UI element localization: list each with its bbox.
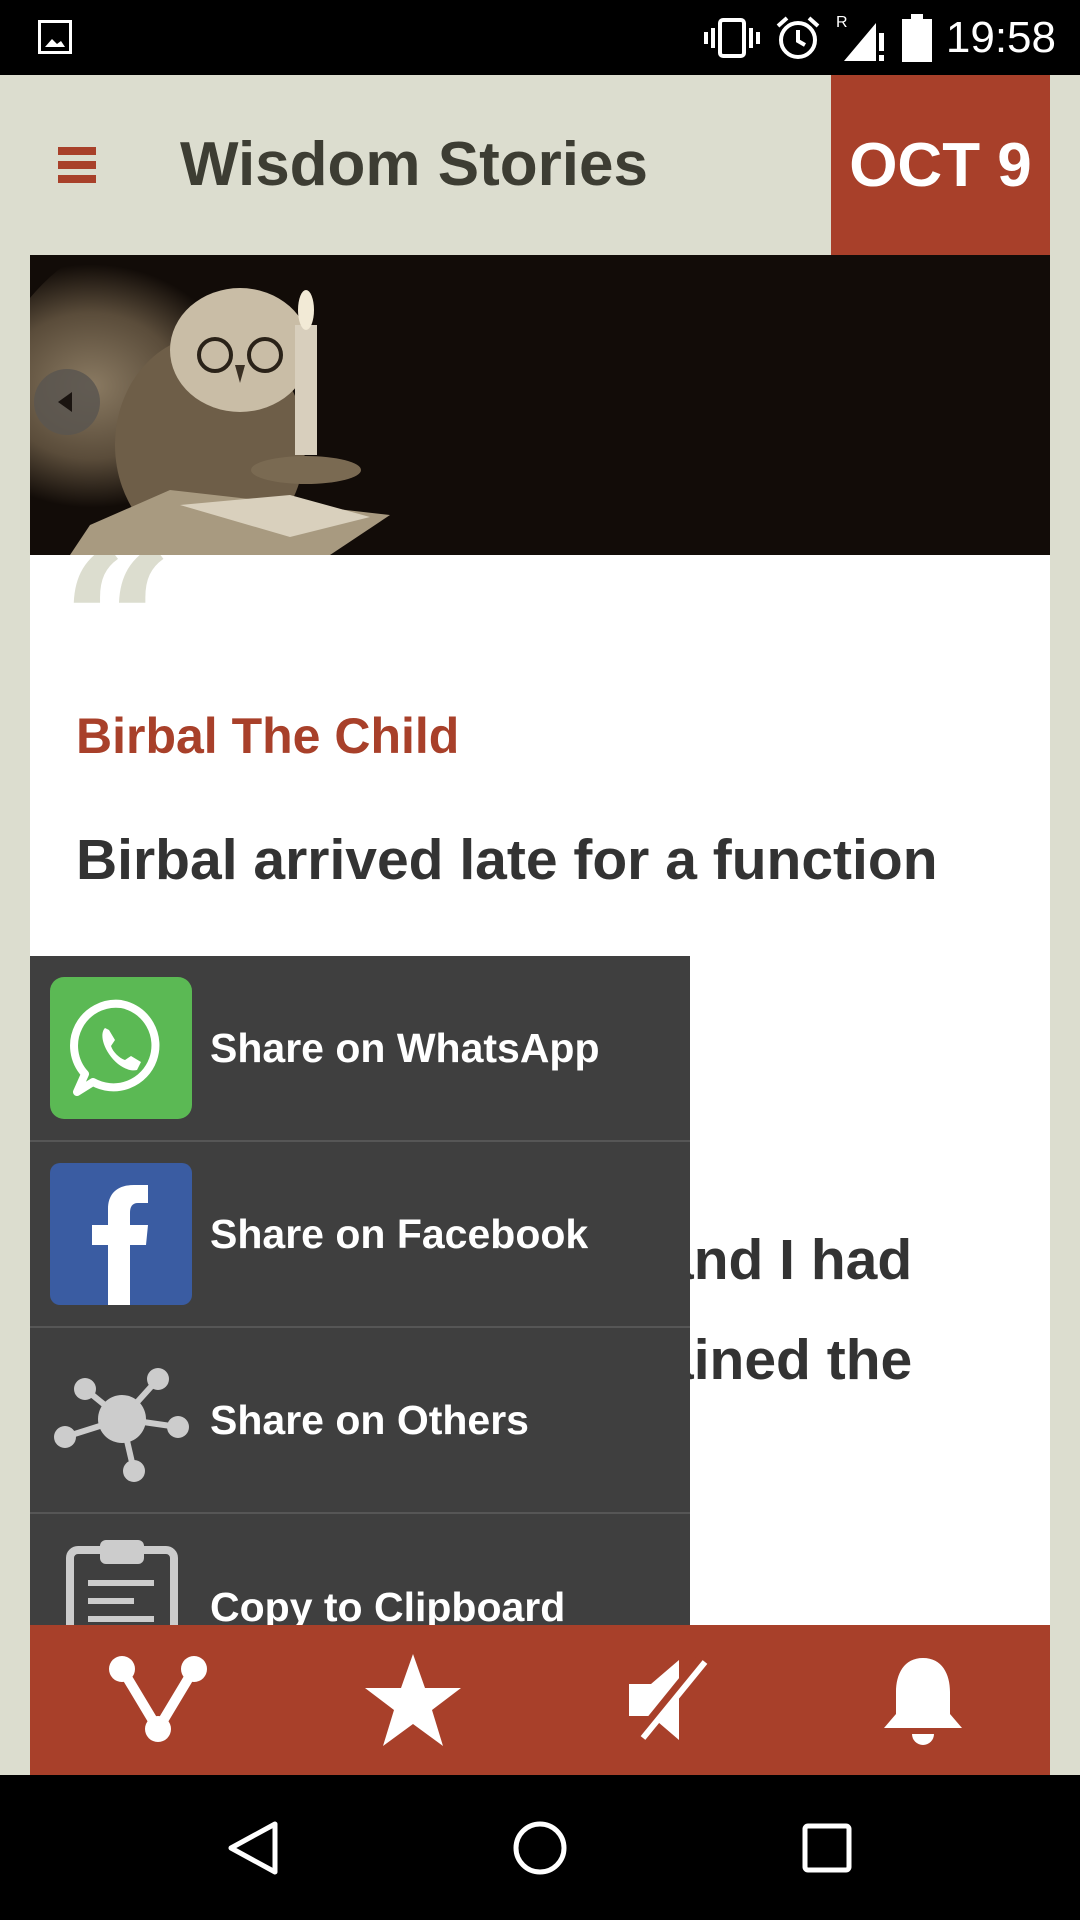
mute-button[interactable] [603, 1645, 733, 1755]
star-icon [364, 1654, 461, 1746]
system-nav-bar [0, 1776, 1080, 1920]
svg-text:R: R [836, 14, 848, 31]
signal-roaming-icon: R [836, 14, 884, 61]
share-facebook-label: Share on Facebook [210, 1210, 589, 1257]
clock: 19:58 [945, 12, 1056, 62]
app-title: Wisdom Stories [180, 130, 648, 199]
app-screen: Wisdom Stories OCT 9 “ Birbal The Child … [0, 75, 1080, 1775]
status-icons: R 19:58 [703, 0, 1056, 75]
battery-icon [901, 13, 932, 62]
status-bar: R 19:58 [0, 0, 1080, 75]
share-facebook-item[interactable]: Share on Facebook [30, 1142, 690, 1328]
share-others-item[interactable]: Share on Others [30, 1328, 690, 1514]
bell-icon [883, 1658, 962, 1745]
share-menu: Share on WhatsApp Share on Facebook Shar… [30, 956, 690, 1700]
home-icon[interactable] [510, 1818, 570, 1878]
story-text-line: Birbal arrived late for a function [76, 828, 938, 892]
whatsapp-icon [50, 977, 192, 1119]
copy-clipboard-label: Copy to Clipboard [210, 1583, 566, 1630]
story-title: Birbal The Child [76, 708, 460, 764]
favorite-button[interactable] [348, 1645, 478, 1755]
owl-with-candle-illustration [30, 255, 1050, 555]
mute-icon [628, 1654, 708, 1746]
share-whatsapp-item[interactable]: Share on WhatsApp [30, 956, 690, 1142]
facebook-icon [50, 1163, 192, 1305]
quote-mark-icon: “ [60, 555, 176, 742]
bottom-action-bar [30, 1625, 1050, 1775]
gallery-icon [38, 20, 72, 54]
hamburger-menu-icon[interactable] [58, 147, 96, 183]
share-icon [108, 1656, 207, 1742]
share-others-label: Share on Others [210, 1396, 529, 1443]
share-whatsapp-label: Share on WhatsApp [210, 1024, 600, 1071]
alarm-icon [776, 16, 820, 59]
app-header: Wisdom Stories OCT 9 [0, 75, 1080, 255]
back-icon[interactable] [223, 1818, 283, 1878]
story-banner [30, 255, 1050, 555]
share-button[interactable] [93, 1645, 223, 1755]
date-badge[interactable]: OCT 9 [831, 75, 1050, 255]
vibrate-icon [703, 17, 760, 58]
chevron-left-icon[interactable] [34, 369, 100, 435]
recents-icon[interactable] [797, 1818, 857, 1878]
share-others-icon [50, 1349, 192, 1491]
notification-button[interactable] [858, 1645, 988, 1755]
